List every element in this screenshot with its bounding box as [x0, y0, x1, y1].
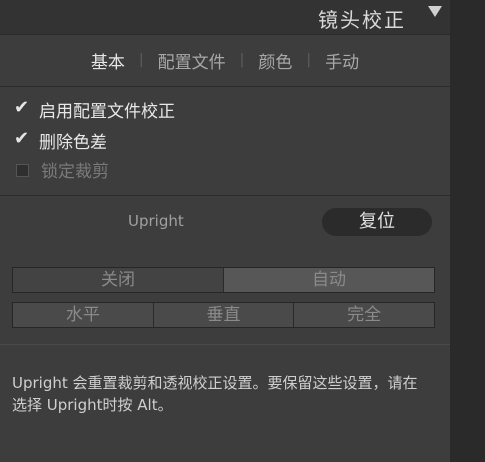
panel-header[interactable]: 镜头校正 [0, 0, 450, 35]
upright-level-button[interactable]: 水平 [13, 303, 153, 327]
upright-row-1: 关闭 自动 [12, 267, 435, 293]
checkbox-remove-chromatic-aberration[interactable]: 删除色差 [14, 128, 107, 153]
upright-off-button[interactable]: 关闭 [13, 268, 223, 292]
tab-color[interactable]: 颜色 [244, 48, 306, 73]
reset-button[interactable]: 复位 [322, 208, 432, 236]
tab-bar: 基本 | 配置文件 | 颜色 | 手动 [0, 36, 450, 84]
tab-profile[interactable]: 配置文件 [144, 48, 240, 73]
panel-title: 镜头校正 [318, 8, 406, 32]
upright-row-2: 水平 垂直 完全 [12, 302, 435, 328]
tab-manual[interactable]: 手动 [311, 48, 373, 73]
upright-help-text: Upright 会重置裁剪和透视校正设置。要保留这些设置，请在选择 Uprigh… [12, 374, 418, 414]
lens-correction-panel: 镜头校正 基本 | 配置文件 | 颜色 | 手动 启用配置文件校正 删除色差 锁… [0, 0, 450, 462]
checkmark-icon[interactable] [14, 97, 30, 118]
checkbox-label: 锁定裁剪 [41, 161, 109, 182]
upright-label: Upright [128, 212, 184, 230]
divider [0, 344, 450, 345]
scrollbar-track[interactable] [450, 0, 485, 462]
divider [0, 195, 450, 196]
checkbox-constrain-crop[interactable]: 锁定裁剪 [14, 157, 109, 182]
divider [0, 86, 450, 87]
checkbox-label: 启用配置文件校正 [39, 101, 175, 122]
checkbox-enable-profile-correction[interactable]: 启用配置文件校正 [14, 97, 175, 122]
checkmark-icon[interactable] [14, 128, 30, 149]
collapse-triangle-icon[interactable] [428, 6, 442, 17]
upright-auto-button[interactable]: 自动 [223, 268, 434, 292]
tab-basic[interactable]: 基本 [77, 48, 139, 73]
upright-vertical-button[interactable]: 垂直 [152, 303, 294, 327]
empty-checkbox-icon[interactable] [16, 163, 29, 177]
checkbox-label: 删除色差 [39, 132, 107, 153]
upright-full-button[interactable]: 完全 [293, 303, 435, 327]
